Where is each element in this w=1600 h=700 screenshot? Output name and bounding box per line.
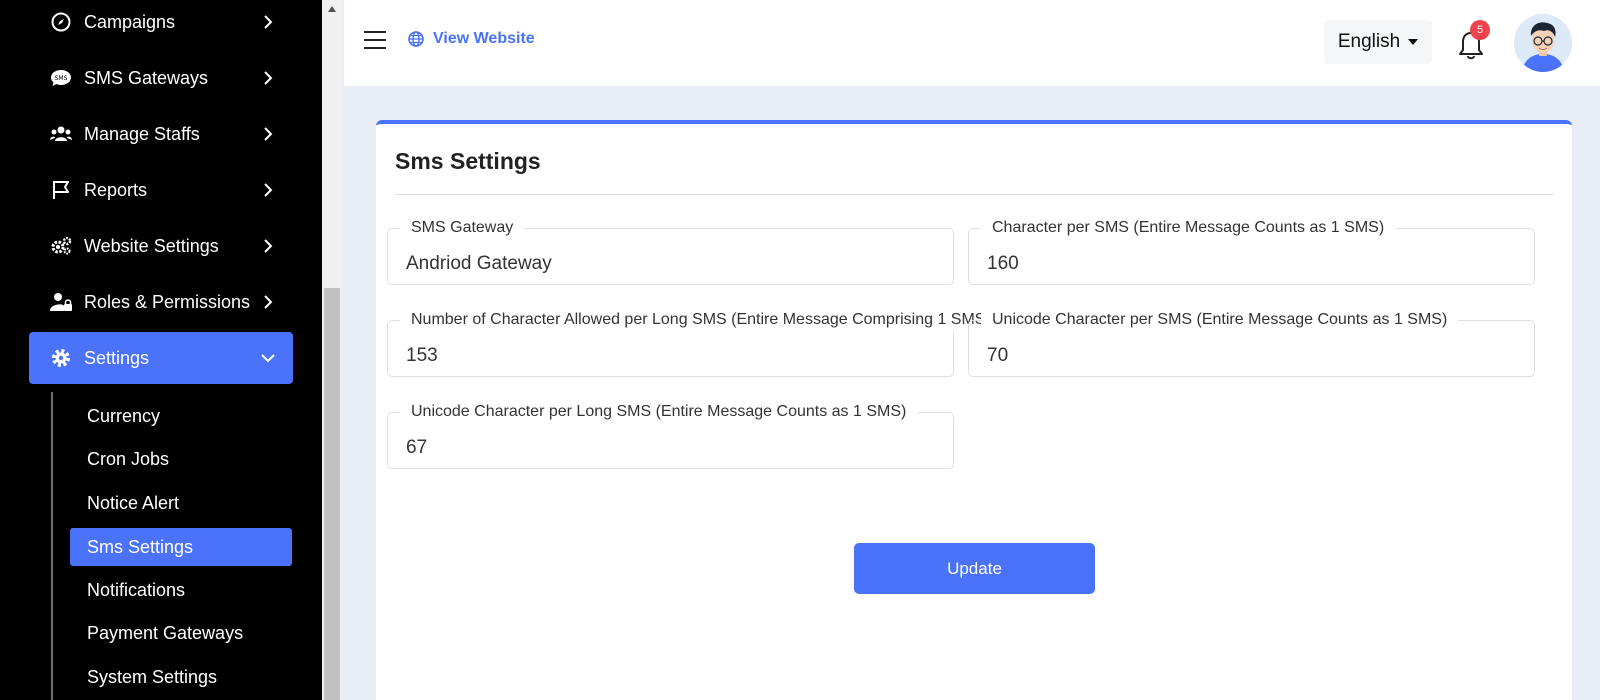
sidebar-item-label: Roles & Permissions <box>84 291 251 312</box>
sms-gateway-field[interactable]: SMS Gateway <box>387 217 954 285</box>
hamburger-menu-icon[interactable] <box>364 31 386 51</box>
language-dropdown[interactable]: English <box>1324 20 1432 64</box>
sidebar-item-label: Campaigns <box>84 11 176 32</box>
sidebar-item-campaigns[interactable]: Campaigns <box>29 0 293 48</box>
top-header: View Website English 5 <box>344 0 1600 86</box>
chevron-right-icon <box>261 127 275 141</box>
sms-chat-icon: SMS <box>50 67 72 89</box>
long-sms-characters-field[interactable]: Number of Character Allowed per Long SMS… <box>387 309 1002 377</box>
user-avatar[interactable] <box>1514 14 1572 72</box>
sidebar-item-manage-staffs[interactable]: Manage Staffs <box>29 108 293 160</box>
scroll-up-arrow-icon[interactable] <box>322 0 342 18</box>
submenu-line <box>51 392 53 700</box>
scroll-thumb[interactable] <box>324 288 340 700</box>
sidebar-subitem-cron-jobs[interactable]: Cron Jobs <box>70 440 292 478</box>
svg-text:SMS: SMS <box>55 75 68 82</box>
sidebar-subitem-notifications[interactable]: Notifications <box>70 571 292 609</box>
field-label: Number of Character Allowed per Long SMS… <box>400 309 1002 331</box>
rocket-icon <box>50 11 72 33</box>
chevron-right-icon <box>261 15 275 29</box>
sidebar-scrollbar[interactable] <box>322 0 342 700</box>
sms-settings-card: Sms Settings SMS Gateway Character per S… <box>376 120 1572 700</box>
sidebar-item-sms-gateways[interactable]: SMS SMS Gateways <box>29 52 293 104</box>
sidebar-item-label: SMS Gateways <box>84 67 209 88</box>
field-label: Unicode Character per Long SMS (Entire M… <box>400 401 918 423</box>
update-button[interactable]: Update <box>854 543 1095 594</box>
view-website-link[interactable]: View Website <box>408 30 535 48</box>
users-icon <box>50 123 72 145</box>
globe-icon <box>408 31 424 47</box>
caret-down-icon <box>1408 39 1419 45</box>
card-title: Sms Settings <box>395 148 541 174</box>
field-label: Character per SMS (Entire Message Counts… <box>981 217 1396 239</box>
sidebar-subitem-system-settings[interactable]: System Settings <box>70 658 292 696</box>
gear-icon <box>50 347 72 369</box>
view-website-label: View Website <box>433 30 535 47</box>
sidebar-item-reports[interactable]: Reports <box>29 164 293 216</box>
sidebar-item-label: Website Settings <box>84 235 219 256</box>
chevron-right-icon <box>261 239 275 253</box>
unicode-per-sms-field[interactable]: Unicode Character per SMS (Entire Messag… <box>968 309 1535 377</box>
sidebar-item-label: Manage Staffs <box>84 123 200 144</box>
sidebar-item-label: Reports <box>84 179 148 200</box>
sidebar: Campaigns SMS SMS Gateways Manage Staffs… <box>0 0 322 700</box>
unicode-long-sms-field[interactable]: Unicode Character per Long SMS (Entire M… <box>387 401 954 469</box>
chevron-right-icon <box>261 295 275 309</box>
language-label: English <box>1337 31 1401 52</box>
sidebar-item-roles-permissions[interactable]: Roles & Permissions <box>29 276 293 328</box>
sidebar-item-website-settings[interactable]: Website Settings <box>29 220 293 272</box>
character-per-sms-field[interactable]: Character per SMS (Entire Message Counts… <box>968 217 1535 285</box>
notification-count-badge: 5 <box>1470 20 1490 40</box>
cogs-icon <box>50 235 72 257</box>
field-label: Unicode Character per SMS (Entire Messag… <box>981 309 1459 331</box>
chevron-right-icon <box>261 183 275 197</box>
sidebar-subitem-notice-alert[interactable]: Notice Alert <box>70 484 292 522</box>
divider <box>395 194 1554 195</box>
user-lock-icon <box>50 291 72 313</box>
chevron-right-icon <box>261 71 275 85</box>
field-label: SMS Gateway <box>400 217 525 239</box>
sidebar-subitem-payment-gateways[interactable]: Payment Gateways <box>70 614 292 652</box>
sidebar-item-label: Settings <box>84 347 150 368</box>
sidebar-subitem-currency[interactable]: Currency <box>70 397 292 435</box>
flag-icon <box>50 179 72 201</box>
sidebar-subitem-sms-settings[interactable]: Sms Settings <box>70 528 292 566</box>
sidebar-item-settings[interactable]: Settings <box>29 332 293 384</box>
chevron-down-icon <box>261 351 275 365</box>
